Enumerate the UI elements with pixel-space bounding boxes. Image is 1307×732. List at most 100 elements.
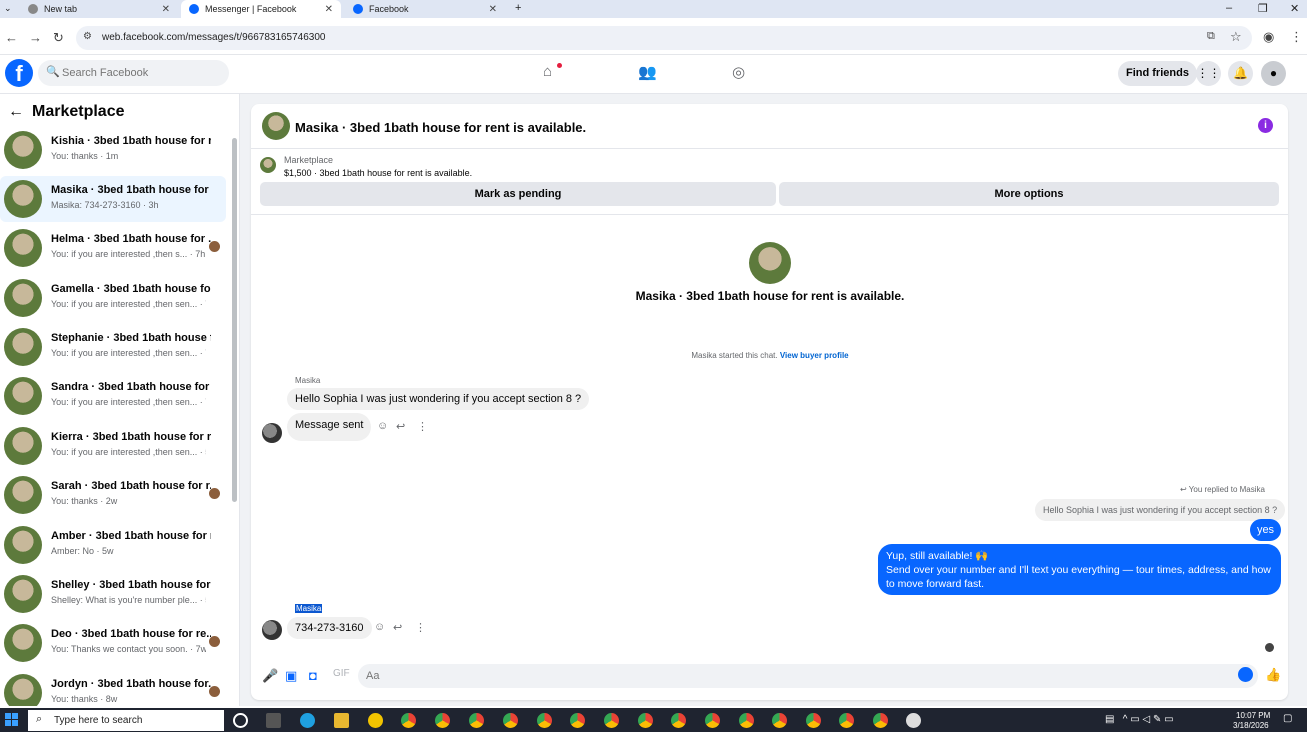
microphone-icon[interactable]: 🎤 [262,668,278,684]
reply-icon[interactable]: ↩ [396,420,405,433]
bookmark-star-icon[interactable]: ☆ [1230,29,1242,45]
outgoing-message[interactable]: Yup, still available! 🙌 Send over your n… [878,544,1281,595]
gif-icon[interactable]: GIF [333,668,350,679]
message-input[interactable] [366,664,1226,688]
clock-time[interactable]: 10:07 PM [1236,711,1270,720]
tab-new-tab[interactable]: New tab ✕ [20,0,178,18]
task-view-icon[interactable] [266,713,281,728]
close-icon[interactable]: ✕ [489,4,497,15]
bell-icon[interactable]: 🔔 [1228,61,1253,86]
chrome-icon[interactable] [469,713,484,728]
chrome-icon[interactable] [806,713,821,728]
image-icon[interactable]: ▣ [285,668,297,684]
account-avatar[interactable]: ● [1261,61,1286,86]
home-icon[interactable]: ⌂ [543,63,562,80]
listing-summary[interactable]: $1,500 · 3bed 1bath house for rent is av… [284,168,472,178]
sidebar-scrollbar[interactable] [232,138,237,502]
sticker-icon[interactable]: ◘ [309,668,317,683]
react-emoji-icon[interactable]: ☺ [374,621,385,633]
listing-thumbnail[interactable] [260,157,276,173]
incoming-message[interactable]: 734-273-3160 [287,617,372,639]
more-options-button[interactable]: More options [779,182,1279,206]
chrome-icon[interactable] [839,713,854,728]
view-buyer-profile-link[interactable]: View buyer profile [780,351,849,360]
search-box[interactable]: 🔍 [38,60,229,86]
profile-icon[interactable]: ◉ [1263,29,1274,45]
conversation-item[interactable]: Deo · 3bed 1bath house for re... You: Tha… [0,620,226,666]
close-icon[interactable]: ✕ [162,4,170,15]
chrome-icon[interactable] [705,713,720,728]
conversation-item[interactable]: Shelley · 3bed 1bath house for r... Shell… [0,571,226,617]
conversation-item[interactable]: Kierra · 3bed 1bath house for re... You: … [0,423,226,469]
chrome-icon[interactable] [604,713,619,728]
conversation-item[interactable]: Kishia · 3bed 1bath house for re... You: … [0,127,226,173]
outgoing-message[interactable]: yes [1250,519,1281,541]
chrome-icon[interactable] [435,713,450,728]
minimize-icon[interactable]: – [1226,2,1232,14]
reload-icon[interactable]: ↻ [53,30,64,46]
cortana-icon[interactable] [233,713,248,728]
site-info-icon[interactable]: ⚙ [83,31,92,42]
tab-list-chevron-icon[interactable]: ⌄ [4,3,12,14]
react-emoji-icon[interactable]: ☺ [377,420,388,432]
conversation-item[interactable]: Sarah · 3bed 1bath house for r... You: th… [0,472,226,518]
mark-as-pending-button[interactable]: Mark as pending [260,182,776,206]
facebook-logo[interactable]: f [5,59,33,87]
edge-icon[interactable] [300,713,315,728]
chat-avatar[interactable] [262,112,290,140]
more-actions-icon[interactable]: ⋮ [417,420,428,433]
chrome-icon[interactable] [570,713,585,728]
chrome-icon[interactable] [772,713,787,728]
chrome-icon[interactable] [873,713,888,728]
incoming-message[interactable]: Message sent [287,413,372,441]
app-icon[interactable] [368,713,383,728]
conversation-item[interactable]: Gamella · 3bed 1bath house for r... You: … [0,275,226,321]
chrome-icon[interactable] [503,713,518,728]
tab-facebook[interactable]: Facebook ✕ [345,0,505,18]
install-app-icon[interactable]: ⧉ [1207,30,1215,43]
conversation-item[interactable]: Sandra · 3bed 1bath house for re... You: … [0,373,226,419]
conversation-item[interactable]: Amber · 3bed 1bath house for re... Amber:… [0,522,226,568]
more-actions-icon[interactable]: ⋮ [415,621,426,634]
browser-menu-icon[interactable]: ⋮ [1290,29,1303,45]
search-input[interactable] [62,60,222,86]
back-arrow-icon[interactable]: ← [5,30,18,45]
chrome-icon[interactable] [671,713,686,728]
reply-icon[interactable]: ↩ [393,621,402,634]
conversation-item[interactable]: Jordyn · 3bed 1bath house for... You: tha… [0,670,226,706]
message-composer[interactable] [358,664,1258,688]
file-explorer-icon[interactable] [334,713,349,728]
app-icon[interactable] [906,713,921,728]
notification-center-icon[interactable]: ▢ [1283,713,1292,724]
friends-icon[interactable]: 👥 [638,63,657,81]
find-friends-button[interactable]: Find friends [1118,61,1197,86]
quoted-message[interactable]: Hello Sophia I was just wondering if you… [1035,499,1286,521]
clock-date[interactable]: 3/18/2026 [1233,721,1269,730]
chrome-icon[interactable] [739,713,754,728]
maximize-icon[interactable]: ❐ [1258,2,1268,15]
chrome-icon[interactable] [537,713,552,728]
close-icon[interactable]: ✕ [325,4,333,15]
sender-avatar[interactable] [262,620,282,640]
menu-grid-icon[interactable]: ⋮⋮ [1196,61,1221,86]
conversation-item[interactable]: Stephanie · 3bed 1bath house fo... You: i… [0,324,226,370]
groups-icon[interactable]: ◎ [732,63,745,81]
sender-avatar[interactable] [262,423,282,443]
taskbar-search[interactable]: ⌕ Type here to search [28,710,224,731]
back-arrow-icon[interactable]: ← [8,103,24,120]
tray-icons[interactable]: ▤ ^ ▭ ◁ ✎ ▭ [1105,714,1174,725]
thumbs-up-icon[interactable]: 👍 [1265,667,1281,683]
window-close-icon[interactable]: ✕ [1290,2,1299,15]
chrome-icon[interactable] [401,713,416,728]
chat-title[interactable]: Masika · 3bed 1bath house for rent is av… [295,120,586,135]
new-tab-plus-icon[interactable]: + [515,2,521,14]
windows-start-icon[interactable] [5,713,19,727]
emoji-icon[interactable] [1238,667,1253,682]
conversation-item-active[interactable]: Masika · 3bed 1bath house for r... Masika… [0,176,226,222]
incoming-message[interactable]: Hello Sophia I was just wondering if you… [287,388,590,410]
conversation-item[interactable]: Helma · 3bed 1bath house for ... You: if … [0,225,226,271]
tab-messenger[interactable]: Messenger | Facebook ✕ [181,0,341,18]
info-icon[interactable]: i [1258,118,1273,133]
forward-arrow-icon[interactable]: → [29,30,42,45]
chrome-icon[interactable] [638,713,653,728]
